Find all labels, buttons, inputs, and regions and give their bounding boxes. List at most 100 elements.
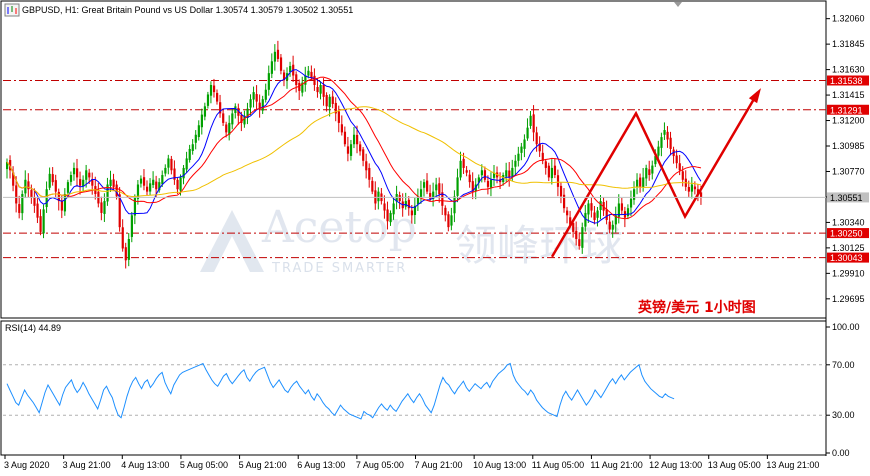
time-tick-label: 11 Aug 05:00 bbox=[532, 460, 584, 470]
candle-body bbox=[30, 190, 33, 198]
candle-body bbox=[222, 113, 225, 123]
candle-body bbox=[255, 94, 258, 102]
candle-body bbox=[547, 165, 550, 178]
candle-body bbox=[535, 132, 538, 145]
candle-body bbox=[377, 191, 380, 202]
candle-body bbox=[356, 134, 359, 145]
price-tick-label: 1.30985 bbox=[832, 141, 865, 151]
candle-body bbox=[225, 124, 228, 133]
time-tick-label: 5 Aug 21:00 bbox=[239, 460, 287, 470]
candle-body bbox=[593, 212, 596, 221]
candle-body bbox=[170, 158, 173, 171]
candle-body bbox=[203, 106, 207, 117]
candle-body bbox=[422, 182, 426, 188]
candle-body bbox=[185, 158, 188, 170]
time-tick-label: 13 Aug 05:00 bbox=[708, 460, 761, 470]
candle-body bbox=[121, 227, 124, 249]
candle-body bbox=[42, 209, 45, 234]
candle-body bbox=[520, 146, 523, 153]
candle-body bbox=[404, 201, 407, 207]
candle-body bbox=[699, 192, 703, 198]
candle-body bbox=[191, 144, 194, 151]
watermark-brand-cn: 领峰环球 bbox=[455, 221, 623, 270]
candle-body bbox=[328, 96, 331, 108]
candle-body bbox=[447, 214, 450, 228]
candle-body bbox=[693, 186, 697, 190]
candle-body bbox=[435, 184, 438, 191]
candle-body bbox=[231, 113, 234, 125]
rsi-axis-label: 30.00 bbox=[832, 410, 855, 420]
main-chart-frame bbox=[0, 0, 827, 319]
candle-body bbox=[636, 179, 639, 188]
candle-body bbox=[462, 158, 465, 168]
candle-body bbox=[197, 125, 200, 138]
rsi-axis-label: 0.00 bbox=[832, 448, 850, 458]
candle-body bbox=[194, 134, 197, 143]
candle-body bbox=[468, 174, 471, 183]
candle-body bbox=[331, 96, 334, 104]
candle-body bbox=[389, 212, 392, 223]
candle-body bbox=[651, 165, 654, 174]
level-price-tag-label: 1.30043 bbox=[830, 253, 863, 263]
candle-body bbox=[587, 203, 590, 215]
candle-body bbox=[33, 197, 36, 206]
price-tick-label: 1.31200 bbox=[832, 116, 865, 126]
chart-window-icon[interactable] bbox=[4, 3, 20, 17]
price-tick-label: 1.31630 bbox=[832, 65, 865, 75]
candle-body bbox=[152, 179, 155, 186]
candle-body bbox=[562, 194, 566, 209]
candle-body bbox=[359, 144, 362, 152]
candle-body bbox=[550, 167, 554, 179]
candle-body bbox=[340, 124, 344, 133]
candle-body bbox=[374, 190, 377, 204]
time-tick-label: 5 Aug 05:00 bbox=[180, 460, 228, 470]
candle-body bbox=[556, 175, 560, 187]
candle-body bbox=[85, 170, 88, 180]
candle-body bbox=[343, 131, 347, 145]
candle-body bbox=[267, 73, 270, 90]
candle-body bbox=[687, 186, 690, 192]
candle-body bbox=[216, 92, 219, 102]
candle-body bbox=[146, 186, 149, 192]
candle-body bbox=[295, 74, 298, 85]
candle-body bbox=[273, 51, 277, 62]
candle-body bbox=[167, 158, 170, 168]
candle-body bbox=[632, 189, 636, 200]
chart-annotation-title: 英镑/美元 1小时图 bbox=[637, 299, 756, 316]
time-axis: 3 Aug 2020 3 Aug 21:00 4 Aug 13:00 5 Aug 05… bbox=[4, 455, 819, 470]
candle-body bbox=[480, 170, 484, 176]
candle-body bbox=[596, 210, 599, 218]
candle-body bbox=[410, 210, 414, 216]
candle-body bbox=[456, 177, 459, 196]
candle-body bbox=[483, 170, 487, 180]
candle-body bbox=[76, 168, 79, 178]
candle-body bbox=[337, 111, 340, 123]
candle-body bbox=[155, 181, 158, 190]
candle-body bbox=[307, 70, 310, 76]
candle-body bbox=[523, 139, 526, 149]
candle-body bbox=[426, 180, 429, 192]
candle-body bbox=[639, 177, 642, 187]
candle-body bbox=[575, 230, 578, 239]
candle-body bbox=[465, 170, 468, 173]
candle-body bbox=[112, 179, 115, 187]
candle-body bbox=[212, 85, 216, 93]
candle-body bbox=[511, 167, 514, 177]
candle-body bbox=[645, 167, 648, 179]
candle-body bbox=[352, 134, 356, 145]
candle-body bbox=[127, 239, 130, 260]
level-price-tag-label: 1.31291 bbox=[830, 105, 863, 115]
price-tick-label: 1.32060 bbox=[832, 14, 865, 24]
trading-chart[interactable]: Acetop TRADE SMARTER 领峰环球 GBPUSD, H1: Gr… bbox=[0, 0, 870, 476]
candle-body bbox=[264, 89, 267, 100]
candle-body bbox=[486, 180, 490, 187]
price-tick-label: 1.30125 bbox=[832, 243, 865, 253]
candle-body bbox=[678, 163, 681, 171]
candle-body bbox=[88, 172, 91, 178]
candle-body bbox=[249, 99, 252, 108]
candle-body bbox=[553, 165, 557, 176]
candle-body bbox=[508, 170, 511, 178]
candle-body bbox=[590, 203, 593, 211]
candle-body bbox=[605, 209, 608, 221]
candle-body bbox=[319, 85, 322, 94]
